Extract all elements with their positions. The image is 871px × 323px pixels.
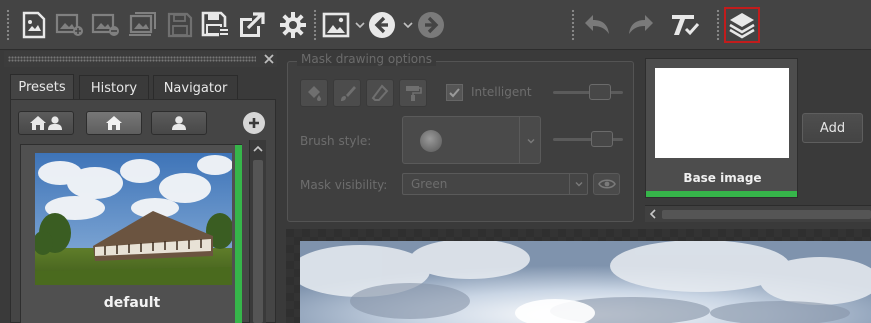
fill-bucket-icon: [308, 86, 321, 101]
user-presets-icon: [172, 116, 186, 130]
presets-scrollbar[interactable]: [249, 140, 266, 323]
layer-selected-indicator: [646, 191, 797, 197]
base-image-layer[interactable]: Base image: [645, 58, 798, 198]
save-disabled-icon: [167, 12, 193, 38]
scrollbar-thumb[interactable]: [253, 160, 263, 323]
dock-title-bar[interactable]: [4, 51, 277, 67]
all-presets-button[interactable]: [18, 111, 74, 135]
remove-image-button[interactable]: [88, 7, 124, 43]
scrollbar-thumb[interactable]: [662, 210, 871, 219]
intelligent-label: Intelligent: [471, 85, 532, 99]
undo-icon: [585, 15, 609, 34]
remove-image-icon: [91, 13, 119, 36]
scroll-left-icon[interactable]: [647, 208, 659, 220]
main-image: [300, 241, 871, 323]
brush-style-dropdown[interactable]: [402, 116, 541, 164]
settings-button[interactable]: [275, 7, 311, 43]
back-arrow-icon: [369, 12, 395, 38]
tab-presets[interactable]: Presets: [10, 74, 74, 100]
tab-history[interactable]: History: [79, 75, 149, 100]
checkmark-icon: [449, 88, 460, 98]
save-button[interactable]: [162, 7, 198, 43]
slider-knob[interactable]: [589, 84, 611, 100]
scroll-up-icon[interactable]: [252, 143, 264, 155]
layers-icon: [729, 13, 755, 39]
undo-button[interactable]: [580, 7, 616, 43]
layer-name: Base image: [683, 171, 762, 185]
pin-icon[interactable]: [263, 53, 275, 65]
paint-roller-icon: [406, 86, 422, 101]
brush-icon: [341, 86, 356, 101]
intelligent-slider[interactable]: [553, 84, 623, 100]
toolbar-separator-grip: [313, 9, 317, 41]
chevron-down-icon: [575, 182, 582, 187]
forward-arrow-icon: [418, 12, 444, 38]
main-toolbar: [0, 0, 871, 50]
layers-scrollbar[interactable]: [645, 205, 871, 222]
eye-icon: [597, 179, 616, 189]
eraser-icon: [371, 84, 389, 101]
preset-name: default: [103, 295, 161, 311]
clear-adjustments-button[interactable]: [667, 7, 703, 43]
settings-gear-icon: [280, 12, 306, 38]
save-as-icon: [201, 11, 229, 37]
preset-card[interactable]: default: [20, 144, 242, 323]
toggle-mask-visibility-button[interactable]: [593, 173, 620, 195]
mask-visibility-label: Mask visibility:: [300, 178, 388, 192]
chevron-down-icon: [527, 139, 535, 144]
mask-visibility-value: Green: [411, 177, 448, 191]
clear-adjustments-icon: [672, 15, 700, 36]
tab-navigator[interactable]: Navigator: [153, 75, 238, 100]
save-as-button[interactable]: [198, 7, 234, 43]
back-button[interactable]: [364, 7, 400, 43]
slider-knob[interactable]: [591, 131, 613, 147]
preset-selected-indicator: [235, 145, 242, 323]
builtin-presets-button[interactable]: [86, 111, 142, 135]
add-image-button[interactable]: [52, 7, 88, 43]
layer-thumbnail: [655, 68, 789, 158]
toolbar-grip[interactable]: [6, 9, 10, 41]
redo-icon: [629, 15, 653, 34]
image-view-button[interactable]: [318, 7, 354, 43]
export-icon: [240, 12, 265, 37]
batch-images-icon: [129, 12, 156, 36]
toolbar-separator-grip-3: [716, 9, 720, 41]
preset-thumbnail: [35, 153, 232, 285]
brush-size-slider[interactable]: [553, 131, 623, 147]
batch-images-button[interactable]: [124, 7, 160, 43]
open-image-icon: [22, 11, 46, 39]
intelligent-checkbox[interactable]: [446, 84, 463, 101]
brush-style-label: Brush style:: [300, 134, 372, 148]
brush-preview: [420, 130, 442, 152]
back-dropdown-icon[interactable]: [403, 20, 413, 30]
add-layer-button[interactable]: Add: [802, 113, 863, 143]
open-image-button[interactable]: [16, 7, 52, 43]
add-image-icon: [55, 13, 83, 36]
brush-button[interactable]: [333, 79, 361, 107]
builtin-presets-icon: [106, 116, 122, 130]
forward-button[interactable]: [413, 7, 449, 43]
all-presets-icon: [30, 116, 62, 130]
mask-options-title: Mask drawing options: [297, 52, 437, 66]
export-button[interactable]: [234, 7, 270, 43]
image-view-icon: [322, 12, 350, 38]
dock-grip: [8, 56, 256, 62]
image-viewer[interactable]: [286, 229, 871, 323]
plus-circle-icon: [249, 118, 259, 128]
app-window: Presets History Navigator default Mask d…: [0, 0, 871, 323]
layers-button[interactable]: [724, 7, 760, 43]
eraser-button[interactable]: [366, 79, 394, 107]
mask-visibility-select[interactable]: Green: [402, 173, 588, 195]
redo-button[interactable]: [622, 7, 658, 43]
toolbar-separator-grip-2: [571, 9, 575, 41]
add-preset-button[interactable]: [243, 112, 265, 134]
paint-roller-button[interactable]: [399, 79, 427, 107]
fill-bucket-button[interactable]: [300, 79, 328, 107]
user-presets-button[interactable]: [151, 111, 207, 135]
